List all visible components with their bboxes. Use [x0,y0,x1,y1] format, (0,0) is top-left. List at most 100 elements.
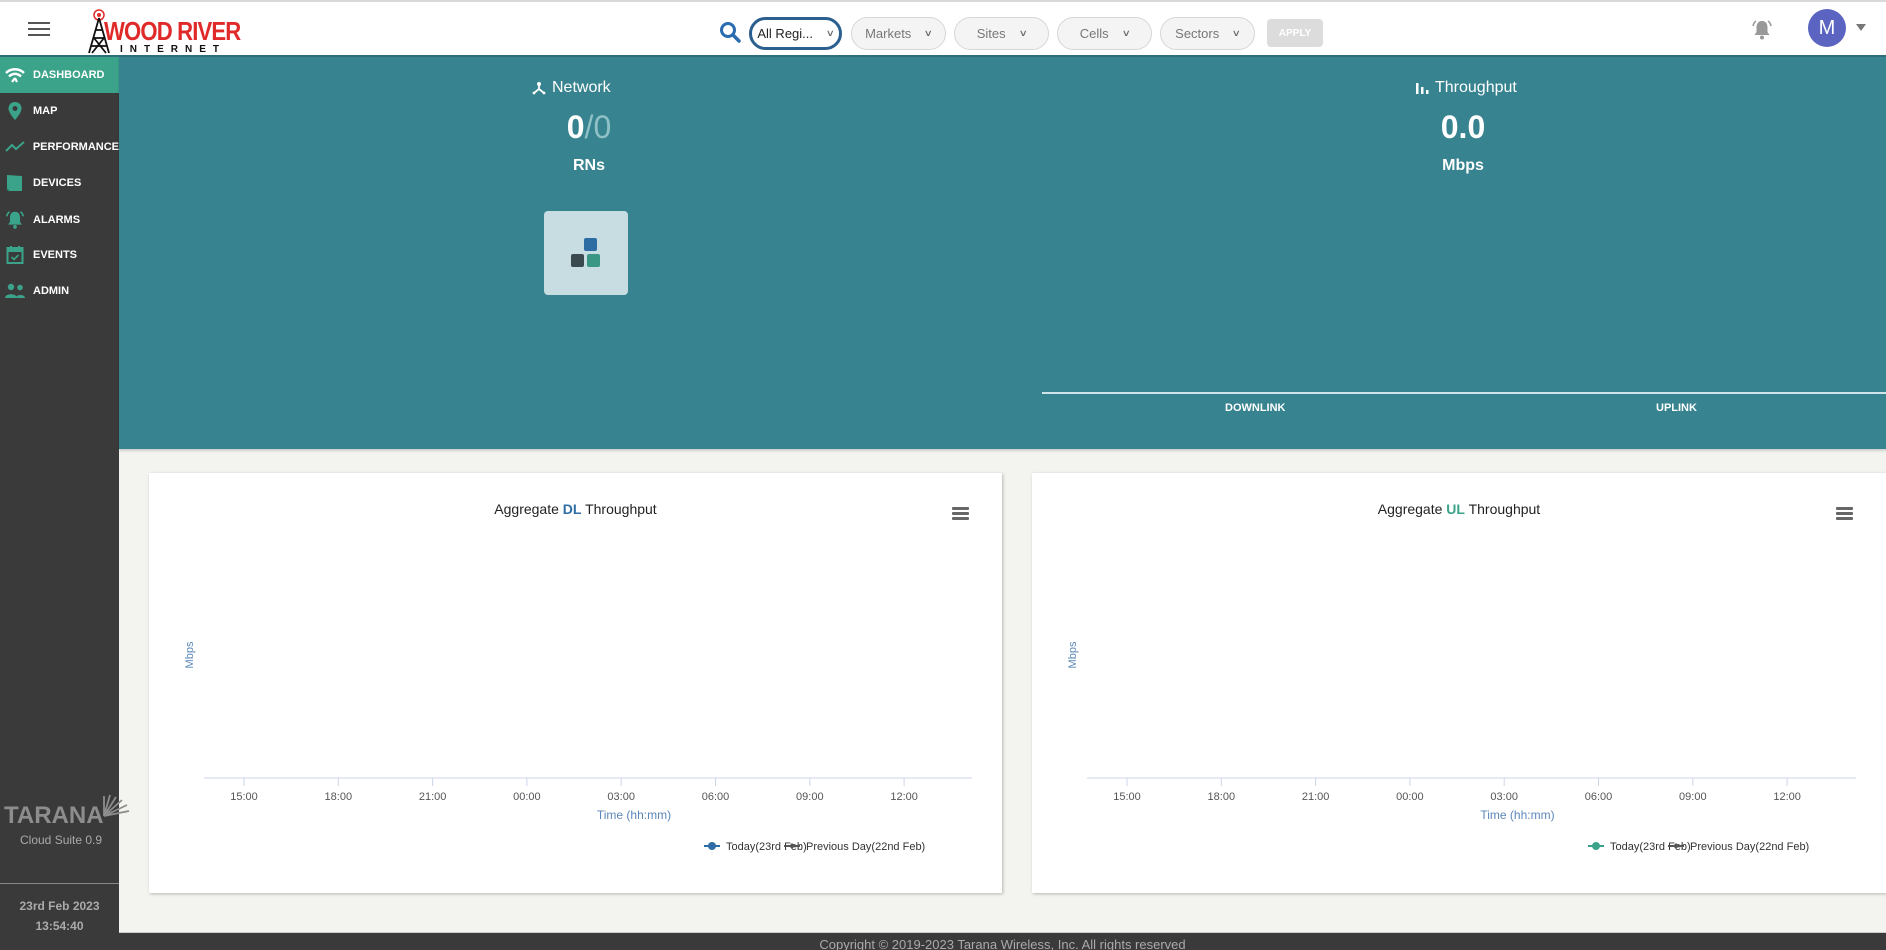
sectors-filter-label: Sectors [1175,26,1220,41]
legend-today-marker [1592,842,1600,850]
apply-button[interactable]: APPLY [1267,19,1323,47]
topology-square-icon [584,238,597,251]
summary-panel: Network 0/0 RNs Throughput 0.0 Mbps DOWN… [119,57,1886,449]
throughput-unit: Mbps [1442,157,1484,174]
throughput-title: Throughput [1435,79,1517,96]
chevron-down-icon: ∨ [825,28,835,38]
x-tick-label: 12:00 [890,791,918,803]
sidebar-item-label: ALARMS [33,214,81,226]
dl-throughput-card: Aggregate DL Throughput Mbps 15:00 18:00 21… [149,473,1002,893]
y-axis-label: Mbps [184,641,196,668]
sidebar-item-events[interactable]: EVENTS [0,237,119,273]
search-icon[interactable] [718,20,742,44]
current-date: 23rd Feb 2023 [19,899,100,913]
downlink-tab[interactable]: DOWNLINK [1225,402,1286,414]
sidebar-item-label: EVENTS [33,249,78,261]
sidebar-divider [0,883,119,884]
dl-throughput-chart: Mbps 15:00 18:00 21:00 00:00 03:00 06:00 09:00 1… [184,641,972,853]
sidebar-item-performance[interactable]: PERFORMANCE [0,129,119,165]
cells-filter-dropdown[interactable]: Cells ∨ [1057,17,1152,50]
users-icon [4,280,26,302]
sidebar-item-alarms[interactable]: ALARMS [0,202,119,238]
sidebar-item-label: ADMIN [33,285,70,297]
network-count: 0/0 [529,109,649,146]
device-icon [4,172,26,194]
sidebar-item-label: DASHBOARD [33,69,105,81]
x-tick-label: 12:00 [1773,791,1801,803]
legend-previous-label: Previous Day(22nd Feb) [1690,841,1809,853]
regions-filter-dropdown[interactable]: All Regi... ∨ [749,17,842,50]
network-unit: RNs [572,157,605,174]
top-bar: WOOD RIVER INTERNET All Regi... ∨ Markets… [0,0,1886,57]
x-tick-label: 00:00 [1396,791,1424,803]
network-icon [532,82,546,95]
sidebar-item-admin[interactable]: ADMIN [0,273,119,309]
chevron-down-icon: ∨ [1121,28,1131,38]
regions-filter-label: All Regi... [757,26,814,41]
tarana-branding: TARANA Cloud Suite 0.9 [4,794,130,847]
tarana-logo-icon [103,794,130,817]
x-tick-label: 06:00 [702,791,730,803]
copyright-text: Copyright © 2019-2023 Tarana Wireless, I… [819,937,1186,950]
sidebar-item-devices[interactable]: DEVICES [0,165,119,201]
calendar-check-icon [4,244,26,266]
trend-line-icon [4,136,26,158]
notification-bell-icon[interactable] [1750,18,1774,42]
alarm-bell-icon [4,209,26,231]
ul-throughput-card: Aggregate UL Throughput Mbps 15:00 18:00 21… [1032,473,1886,893]
sidebar-item-map[interactable]: MAP [0,93,119,129]
chevron-down-icon: ∨ [1231,28,1242,38]
chevron-down-icon: ∨ [1018,28,1028,38]
x-tick-label: 21:00 [419,791,447,803]
tarana-wordmark: TARANA [4,802,104,829]
hamburger-menu-icon[interactable] [28,22,50,36]
user-avatar[interactable]: M [1808,9,1846,47]
x-tick-label: 21:00 [1302,791,1330,803]
x-tick-label: 03:00 [607,791,635,803]
x-tick-label: 00:00 [513,791,541,803]
throughput-value: 0.0 [1440,109,1486,145]
throughput-divider [1042,392,1886,394]
cells-filter-label: Cells [1079,26,1109,41]
ul-throughput-chart: Mbps 15:00 18:00 21:00 00:00 03:00 06:00 09:00 1… [1067,641,1856,853]
sidebar-item-label: DEVICES [33,177,82,189]
chevron-down-icon: ∨ [923,28,934,38]
markets-filter-dropdown[interactable]: Markets ∨ [851,17,946,50]
x-axis-label: Time (hh:mm) [1480,808,1554,822]
x-tick-label: 15:00 [1113,791,1141,803]
x-tick-label: 18:00 [1208,791,1236,803]
caret-down-icon[interactable] [1856,24,1866,31]
x-tick-label: 06:00 [1585,791,1613,803]
x-tick-label: 15:00 [230,791,258,803]
sidebar-item-dashboard[interactable]: DASHBOARD [0,57,119,93]
network-heading: Network [532,79,611,97]
x-axis-label: Time (hh:mm) [597,808,671,822]
y-axis-label: Mbps [1067,641,1079,668]
x-tick-label: 09:00 [796,791,824,803]
legend-today-marker [708,842,716,850]
sites-filter-dropdown[interactable]: Sites ∨ [954,17,1049,50]
logo-title: WOOD RIVER [104,16,241,46]
map-pin-icon [4,100,26,122]
x-tick-label: 18:00 [325,791,353,803]
sidebar-item-label: PERFORMANCE [32,141,119,153]
sidebar-item-label: MAP [33,105,58,117]
sites-filter-label: Sites [976,26,1006,41]
uplink-tab[interactable]: UPLINK [1656,402,1697,414]
throughput-heading: Throughput [1415,79,1517,97]
legend-previous-label: Previous Day(22nd Feb) [806,841,925,853]
network-topology-tile[interactable] [544,211,628,295]
x-tick-label: 09:00 [1679,791,1707,803]
wifi-icon [4,64,26,86]
logo-subtitle: INTERNET [120,44,226,55]
network-total-count: /0 [584,109,612,145]
network-up-count: 0 [566,109,585,145]
current-datetime: 23rd Feb 2023 13:54:40 [0,896,119,936]
wood-river-logo[interactable]: WOOD RIVER INTERNET [86,8,241,55]
version-label: Cloud Suite 0.9 [20,833,103,847]
topology-square-icon [587,254,600,267]
footer: Copyright © 2019-2023 Tarana Wireless, I… [119,932,1886,950]
sectors-filter-dropdown[interactable]: Sectors ∨ [1160,17,1255,50]
sidebar: DASHBOARD MAP PERFORMANCE DEVICES ALARMS… [0,57,130,950]
markets-filter-label: Markets [865,26,912,41]
